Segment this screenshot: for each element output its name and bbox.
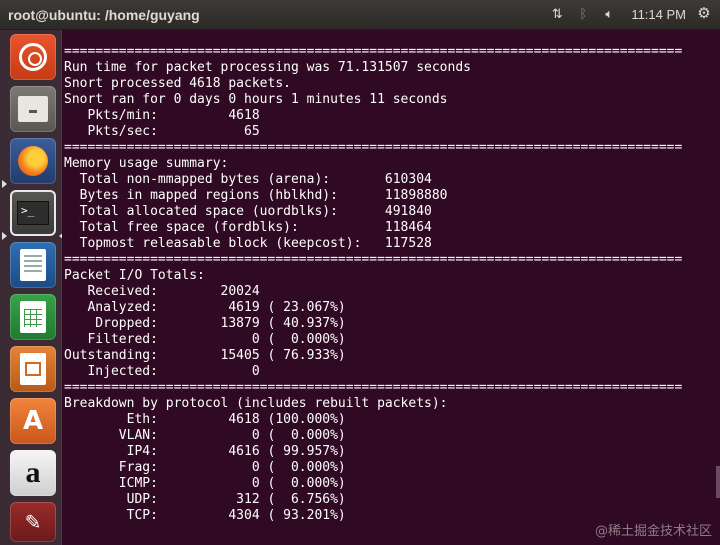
- writer-button[interactable]: [10, 242, 56, 288]
- terminal-line: Eth: 4618 (100.000%): [64, 412, 346, 427]
- terminal-line: VLAN: 0 ( 0.000%): [64, 428, 346, 443]
- terminal-line: Snort processed 4618 packets.: [64, 76, 291, 91]
- files-icon: [18, 96, 48, 122]
- terminal-window[interactable]: ========================================…: [62, 30, 720, 545]
- calc-icon: [20, 301, 46, 333]
- volume-icon[interactable]: 🔈︎: [601, 6, 617, 22]
- terminal-icon: >_: [17, 201, 49, 225]
- terminal-line: IP4: 4616 ( 99.957%): [64, 444, 346, 459]
- terminal-line: ========================================…: [64, 44, 683, 59]
- terminal-line: Snort ran for 0 days 0 hours 1 minutes 1…: [64, 92, 448, 107]
- ubuntu-dash-button[interactable]: [10, 34, 56, 80]
- window-title: root@ubuntu: /home/guyang: [8, 7, 200, 23]
- terminal-line: Total allocated space (uordblks): 491840: [64, 204, 432, 219]
- terminal-button[interactable]: >_: [10, 190, 56, 236]
- calc-button[interactable]: [10, 294, 56, 340]
- network-arrows-icon[interactable]: ⇅: [549, 6, 565, 22]
- terminal-line: ========================================…: [64, 380, 683, 395]
- terminal-line: Filtered: 0 ( 0.000%): [64, 332, 346, 347]
- running-indicator: [2, 232, 7, 240]
- system-settings-button[interactable]: ✎: [10, 502, 56, 542]
- terminal-line: Run time for packet processing was 71.13…: [64, 60, 471, 75]
- terminal-line: Received: 20024: [64, 284, 260, 299]
- bluetooth-icon[interactable]: ᛒ: [575, 6, 591, 22]
- terminal-line: Packet I/O Totals:: [64, 268, 205, 283]
- terminal-line: ========================================…: [64, 252, 683, 267]
- terminal-line: Analyzed: 4619 ( 23.067%): [64, 300, 346, 315]
- settings-icon: ✎: [24, 511, 42, 534]
- indicator-area: ⇅ ᛒ 🔈︎ 11:14 PM ⚙: [549, 6, 712, 22]
- terminal-line: Pkts/min: 4618: [64, 108, 260, 123]
- impress-button[interactable]: [10, 346, 56, 392]
- terminal-line: Injected: 0: [64, 364, 260, 379]
- firefox-icon: [18, 146, 48, 176]
- terminal-line: ICMP: 0 ( 0.000%): [64, 476, 346, 491]
- terminal-line: Topmost releasable block (keepcost): 117…: [64, 236, 432, 251]
- terminal-line: Dropped: 13879 ( 40.937%): [64, 316, 346, 331]
- terminal-line: UDP: 312 ( 6.756%): [64, 492, 346, 507]
- terminal-line: Pkts/sec: 65: [64, 124, 260, 139]
- writer-icon: [20, 249, 46, 281]
- terminal-line: TCP: 4304 ( 93.201%): [64, 508, 346, 523]
- terminal-line: Frag: 0 ( 0.000%): [64, 460, 346, 475]
- firefox-button[interactable]: [10, 138, 56, 184]
- terminal-line: Memory usage summary:: [64, 156, 229, 171]
- software-center-button[interactable]: A: [10, 398, 56, 444]
- ubuntu-logo-icon: [19, 43, 47, 71]
- clock[interactable]: 11:14 PM: [631, 7, 686, 22]
- watermark: @稀土掘金技术社区: [594, 524, 712, 539]
- terminal-line: Outstanding: 15405 ( 76.933%): [64, 348, 346, 363]
- amazon-button[interactable]: a: [10, 450, 56, 496]
- running-indicator: [2, 180, 7, 188]
- scrollbar[interactable]: [716, 466, 720, 498]
- gear-icon[interactable]: ⚙: [696, 6, 712, 22]
- terminal-line: Total free space (fordblks): 118464: [64, 220, 432, 235]
- terminal-line: ========================================…: [64, 140, 683, 155]
- terminal-line: Bytes in mapped regions (hblkhd): 118988…: [64, 188, 448, 203]
- amazon-icon: a: [25, 456, 41, 489]
- terminal-line: Total non-mmapped bytes (arena): 610304: [64, 172, 432, 187]
- terminal-output: ========================================…: [64, 44, 682, 524]
- launcher: >_ A a ✎: [0, 30, 64, 545]
- impress-icon: [20, 353, 46, 385]
- terminal-line: Breakdown by protocol (includes rebuilt …: [64, 396, 448, 411]
- files-button[interactable]: [10, 86, 56, 132]
- software-center-icon: A: [22, 406, 44, 436]
- top-panel: root@ubuntu: /home/guyang ⇅ ᛒ 🔈︎ 11:14 P…: [0, 0, 720, 30]
